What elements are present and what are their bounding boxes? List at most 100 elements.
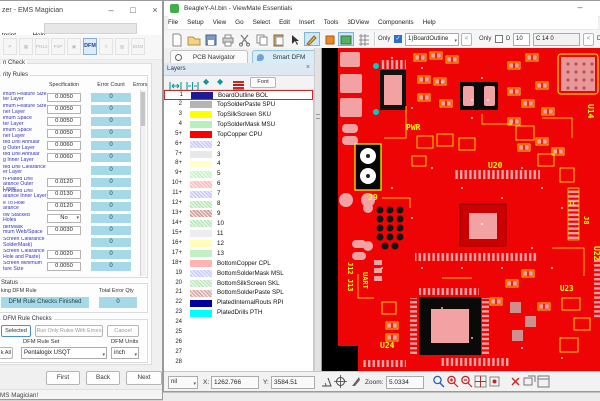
rules-scrollbar[interactable] <box>140 90 146 276</box>
rule-spec-input[interactable]: 0.0120 ▾ <box>47 177 81 187</box>
layer-color-swatch[interactable] <box>190 150 212 158</box>
scrollbar-thumb[interactable] <box>141 92 145 126</box>
panelize-tool-icon[interactable]: ▥ <box>115 38 129 55</box>
layer-row[interactable]: 24 <box>164 318 313 328</box>
minimize-button[interactable]: – <box>572 2 588 12</box>
dcode-input[interactable]: 10 <box>513 33 530 46</box>
layer-color-swatch[interactable] <box>190 180 212 188</box>
layer-color-swatch[interactable] <box>190 220 212 228</box>
layer-color-swatch[interactable] <box>190 299 212 307</box>
move-layer-up-icon[interactable]: ◆ <box>203 77 209 86</box>
layer-color-swatch[interactable] <box>190 230 212 238</box>
tab-smart-dfm[interactable]: Smart DFM <box>252 50 316 63</box>
rule-spec-input[interactable]: 0.0020 ▾ <box>47 250 81 260</box>
measure-angle-icon[interactable] <box>320 375 333 388</box>
layer-color-swatch[interactable] <box>190 190 212 198</box>
layer-color-swatch[interactable] <box>190 309 212 317</box>
menu-item[interactable]: View <box>213 19 227 26</box>
layer-row[interactable]: 11+ 7 <box>164 189 313 199</box>
layer-color-swatch[interactable] <box>190 320 212 327</box>
right-titlebar[interactable]: BeagleY-AI.bin - ViewMate Essentials – <box>164 1 600 17</box>
units-dropdown[interactable]: inch ▾ <box>111 347 139 359</box>
unit-dropdown[interactable]: nil ▾ <box>168 376 198 389</box>
menu-item[interactable]: Go <box>235 19 243 26</box>
rule-spec-input[interactable]: 0.0130 ▾ <box>47 189 81 199</box>
netlist-pointer-icon[interactable] <box>287 32 303 46</box>
layer-color-swatch[interactable] <box>191 92 213 100</box>
zoom-out-icon[interactable] <box>460 375 473 388</box>
open-folder-icon[interactable] <box>185 32 201 46</box>
back-button[interactable]: Back <box>86 371 120 385</box>
rule-spec-input[interactable]: No ▾ <box>47 213 81 223</box>
layer-color-swatch[interactable] <box>190 279 212 287</box>
first-button[interactable]: First <box>46 371 80 385</box>
footprint-tool-icon[interactable]: P <box>3 38 17 55</box>
copy-icon[interactable] <box>253 32 269 46</box>
menu-item[interactable]: Tools <box>324 19 339 26</box>
layer-color-swatch[interactable] <box>190 101 212 109</box>
origin-icon[interactable] <box>334 375 347 388</box>
cancel-button[interactable]: Cancel <box>107 325 139 337</box>
close-button[interactable]: × <box>148 5 162 15</box>
layer-color-swatch[interactable] <box>190 240 212 248</box>
layer-row[interactable]: 26 <box>164 338 313 348</box>
layer-row[interactable]: 8+ 4 <box>164 159 313 169</box>
layer-row[interactable]: 17+ 13 <box>164 249 313 259</box>
only-layer-checkbox[interactable]: ✓ <box>394 35 402 43</box>
layer-row[interactable]: 25 <box>164 328 313 338</box>
bom-tool-icon[interactable]: BOM <box>131 38 145 55</box>
rule-spec-input[interactable]: 0.0050 ▾ <box>47 117 81 127</box>
layer-row[interactable]: 7+ 3 <box>164 150 313 160</box>
rule-spec-input[interactable]: 0.0030 ▾ <box>47 226 81 236</box>
layer-row[interactable]: 3 TopSilkScreen SKU <box>164 110 313 120</box>
layer-row[interactable]: 14+ 10 <box>164 219 313 229</box>
rule-spec-input[interactable]: 0.0050 ▾ <box>47 129 81 139</box>
layer-color-swatch[interactable] <box>190 269 212 277</box>
dfm-tool-icon[interactable]: DFM <box>83 38 97 55</box>
print-icon[interactable] <box>219 32 235 47</box>
cut-icon[interactable] <box>236 32 252 47</box>
pad-tool-icon[interactable] <box>321 32 337 46</box>
next-button[interactable]: Next <box>126 371 162 385</box>
swap-view-icon[interactable] <box>523 375 536 388</box>
board-view-icon[interactable] <box>338 32 354 46</box>
layer-row[interactable]: 22 PlatedInternalRouts RPI <box>164 298 313 308</box>
paste-icon[interactable] <box>270 32 286 47</box>
layer-color-swatch[interactable] <box>190 141 212 148</box>
layer-color-swatch[interactable] <box>190 170 212 178</box>
menu-item[interactable]: 3DView <box>347 19 369 26</box>
pick-pointer-icon[interactable] <box>349 375 362 388</box>
layer-row[interactable]: 1 BoardOutline BOL <box>164 90 313 100</box>
mesh-tool-icon[interactable] <box>355 32 371 46</box>
rule-spec-input[interactable]: 0.0050 ▾ <box>47 262 81 272</box>
marker-icon[interactable] <box>509 375 522 388</box>
font-button[interactable]: Font <box>250 77 276 88</box>
menu-item[interactable]: Components <box>378 19 414 26</box>
prev-layer-button[interactable]: < <box>461 33 472 46</box>
layer-row[interactable]: 13+ 9 <box>164 209 313 219</box>
layer-row[interactable]: 20 BottomSilkScreen SKL <box>164 279 313 289</box>
layer-row[interactable]: 4 TopSolderMask MSU <box>164 120 313 130</box>
layer-row[interactable]: 19 BottomSolderMask MSL <box>164 269 313 279</box>
layer-row[interactable]: 9+ 5 <box>164 169 313 179</box>
layer-row[interactable]: 15+ 11 <box>164 229 313 239</box>
maximize-button[interactable]: □ <box>126 5 140 15</box>
layer-dropdown[interactable]: 1)BoardOutline ▾ <box>405 33 459 46</box>
pn123-tool-icon[interactable]: PN123 <box>35 38 49 55</box>
menu-item[interactable]: Edit <box>279 19 290 26</box>
rule-set-dropdown[interactable]: Pentalogix USQT ▾ <box>21 347 107 359</box>
layer-color-swatch[interactable] <box>190 349 212 356</box>
pnp-tool-icon[interactable]: PnP <box>51 38 65 55</box>
layer-color-swatch[interactable] <box>190 359 212 366</box>
edit-pencil-icon[interactable] <box>304 32 320 46</box>
rule-spec-input[interactable]: 0.0060 ▾ <box>47 153 81 163</box>
layer-row[interactable]: 28 <box>164 358 313 368</box>
menu-item[interactable]: Setup <box>187 19 203 26</box>
left-titlebar[interactable]: zer - EMS Magician – □ × <box>0 1 162 22</box>
layer-color-swatch[interactable] <box>190 210 212 218</box>
fp-tool-icon[interactable]: ▣ <box>67 38 81 55</box>
minimize-button[interactable]: – <box>104 5 118 15</box>
rule-spec-input[interactable]: 0.0120 ▾ <box>47 201 81 211</box>
grid-toggle-icon[interactable] <box>474 375 487 388</box>
layer-color-swatch[interactable] <box>190 111 212 119</box>
